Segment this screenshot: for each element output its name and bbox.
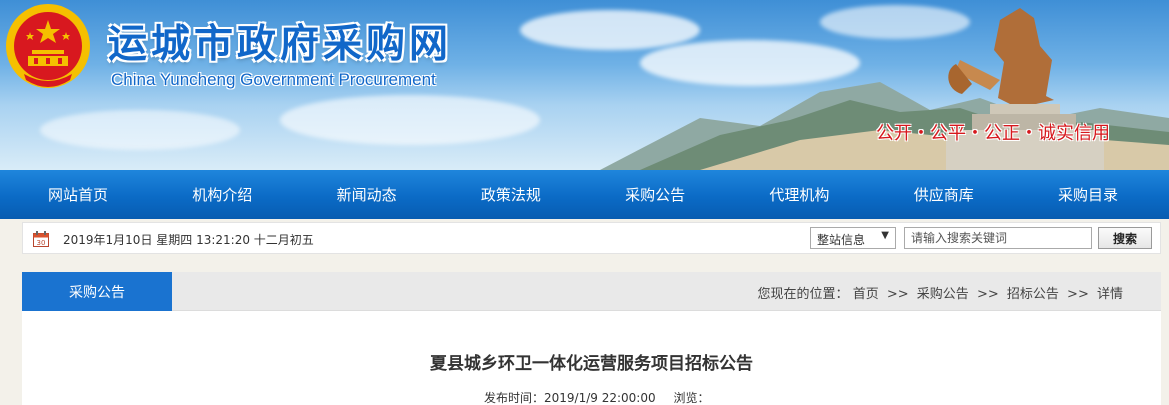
breadcrumb-separator: >> — [1067, 287, 1089, 302]
content-panel: 采购公告 您现在的位置： 首页 >> 采购公告 >> 招标公告 >> 详情 夏县… — [22, 272, 1161, 405]
nav-item-news[interactable]: 新闻动态 — [337, 184, 397, 205]
calendar-day: 30 — [37, 239, 46, 247]
nav-item-policy[interactable]: 政策法规 — [481, 184, 541, 205]
breadcrumb-prefix: 您现在的位置： — [757, 287, 849, 302]
breadcrumb-announcements[interactable]: 采购公告 — [917, 287, 969, 302]
breadcrumb: 您现在的位置： 首页 >> 采购公告 >> 招标公告 >> 详情 — [758, 283, 1123, 302]
section-tab[interactable]: 采购公告 — [22, 272, 172, 311]
nav-item-home[interactable]: 网站首页 — [48, 184, 108, 205]
nav-item-about[interactable]: 机构介绍 — [192, 184, 252, 205]
search-scope-value: 整站信息 — [817, 233, 866, 247]
site-title: 运城市政府采购网 — [108, 22, 453, 67]
breadcrumb-current: 详情 — [1096, 287, 1123, 302]
breadcrumb-home[interactable]: 首页 — [853, 287, 879, 302]
search-input[interactable] — [904, 227, 1092, 249]
nav-item-agencies[interactable]: 代理机构 — [769, 184, 829, 205]
info-bar: 30 2019年1月10日 星期四 13:21:20 十二月初五 整站信息 ▼ … — [22, 222, 1161, 254]
site-motto: 公开・公平・公正・诚实信用 — [876, 123, 1110, 144]
calendar-icon: 30 — [33, 231, 49, 247]
publish-time: 2019/1/9 22:00:00 — [544, 391, 656, 405]
current-datetime: 2019年1月10日 星期四 13:21:20 十二月初五 — [63, 233, 314, 247]
nav-item-catalog[interactable]: 采购目录 — [1058, 184, 1118, 205]
site-subtitle: China Yuncheng Government Procurement — [111, 70, 436, 89]
search-scope-select[interactable]: 整站信息 ▼ — [810, 227, 896, 249]
national-emblem-icon — [6, 4, 90, 88]
breadcrumb-separator: >> — [886, 287, 909, 302]
nav-item-suppliers[interactable]: 供应商库 — [914, 184, 974, 205]
header-banner: 运城市政府采购网 China Yuncheng Government Procu… — [0, 0, 1169, 170]
search-button[interactable]: 搜索 — [1098, 227, 1152, 249]
views-label: 浏览： — [673, 391, 710, 405]
publish-time-label: 发布时间： — [484, 391, 545, 405]
breadcrumb-separator: >> — [976, 287, 999, 302]
breadcrumb-tenders[interactable]: 招标公告 — [1007, 287, 1059, 302]
article-meta: 发布时间：2019/1/9 22:00:00 浏览： — [484, 389, 709, 405]
chevron-down-icon: ▼ — [881, 230, 889, 241]
nav-item-announcements[interactable]: 采购公告 — [625, 184, 685, 205]
content-header: 采购公告 您现在的位置： 首页 >> 采购公告 >> 招标公告 >> 详情 — [22, 272, 1161, 311]
main-nav: 网站首页 机构介绍 新闻动态 政策法规 采购公告 代理机构 供应商库 采购目录 — [0, 170, 1169, 219]
article-title: 夏县城乡环卫一体化运营服务项目招标公告 — [430, 354, 753, 374]
